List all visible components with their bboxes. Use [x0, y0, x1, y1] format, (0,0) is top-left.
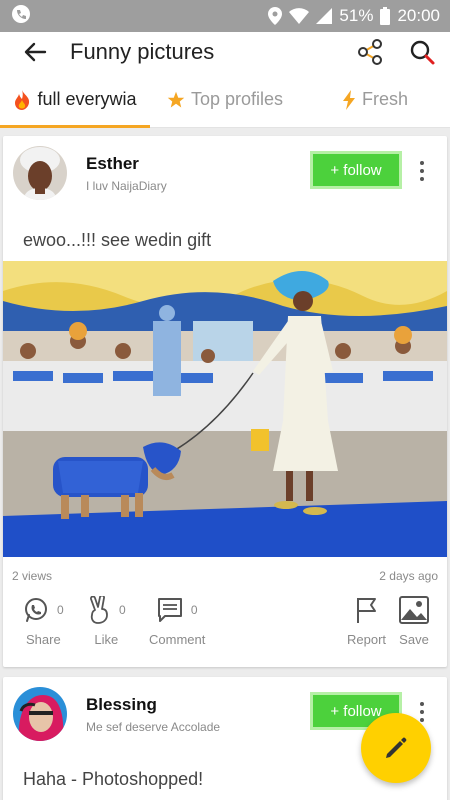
post-image[interactable]: [3, 261, 447, 557]
comment-action[interactable]: 0 Comment: [149, 594, 205, 647]
wifi-icon: [289, 8, 310, 24]
image-save-icon: [399, 596, 429, 624]
comment-count: 0: [190, 603, 198, 617]
avatar[interactable]: [13, 687, 67, 741]
author-name[interactable]: Esther: [86, 154, 139, 174]
save-label: Save: [399, 632, 429, 647]
share-count: 0: [57, 603, 64, 617]
tab-full-everywia[interactable]: full everywia: [0, 72, 150, 128]
search-icon: [410, 40, 435, 65]
share-action[interactable]: 0 Share: [23, 594, 64, 647]
pencil-icon: [386, 737, 407, 758]
tab-label: Top profiles: [190, 89, 284, 109]
post-caption: Haha - Photoshopped!: [23, 769, 204, 789]
author-name[interactable]: Blessing: [86, 695, 157, 715]
more-options-button[interactable]: [410, 156, 434, 186]
avatar[interactable]: [13, 146, 67, 200]
lightning-icon: [342, 89, 355, 110]
save-action[interactable]: Save: [399, 594, 429, 647]
more-dot-icon: [420, 169, 424, 173]
location-icon: [268, 7, 283, 25]
tab-label: full everywia: [37, 89, 137, 109]
share-icon: [358, 39, 382, 65]
app-bar: Funny pictures: [0, 32, 450, 72]
follow-button[interactable]: + follow: [310, 151, 402, 189]
more-dot-icon: [420, 718, 424, 722]
share-button[interactable]: [354, 36, 386, 68]
battery-icon: [380, 7, 391, 25]
app-notification-icon: [10, 3, 32, 30]
comment-label: Comment: [149, 632, 206, 647]
author-tagline: I luv NaijaDiary: [86, 179, 167, 193]
more-dot-icon: [420, 710, 424, 714]
signal-icon: [316, 8, 333, 24]
battery-percent: 51%: [339, 6, 374, 25]
search-button[interactable]: [406, 36, 438, 68]
more-dot-icon: [420, 177, 424, 181]
compose-button[interactable]: [361, 713, 431, 783]
like-action[interactable]: 0 Like: [87, 594, 126, 647]
author-tagline: Me sef deserve Accolade: [86, 720, 221, 734]
tab-label: Fresh: [361, 89, 408, 109]
clock: 20:00: [397, 6, 440, 25]
like-label: Like: [94, 632, 119, 647]
post-meta: 2 views 2 days ago: [12, 569, 438, 583]
post-caption: ewoo...!!! see wedin gift: [23, 230, 212, 250]
view-count: 2 views: [12, 569, 53, 583]
report-action[interactable]: Report: [347, 594, 386, 647]
share-label: Share: [25, 632, 61, 647]
whatsapp-icon: [25, 598, 47, 622]
more-dot-icon: [420, 702, 424, 706]
back-button[interactable]: [20, 37, 50, 67]
page-title: Funny pictures: [70, 39, 215, 64]
peace-hand-icon: [90, 596, 108, 624]
status-bar: 51% 20:00: [0, 0, 450, 32]
feed-tabs: full everywia Top profiles Fresh: [0, 72, 450, 128]
more-dot-icon: [420, 161, 424, 165]
comment-icon: [157, 598, 182, 622]
report-label: Report: [347, 632, 387, 647]
arrow-left-icon: [24, 42, 47, 62]
flag-icon: [356, 598, 376, 623]
fire-icon: [15, 89, 30, 110]
post-card: Esther I luv NaijaDiary + follow ewoo...…: [3, 136, 447, 667]
star-icon: [167, 91, 185, 107]
tab-fresh[interactable]: Fresh: [300, 72, 450, 127]
post-time: 2 days ago: [379, 569, 438, 583]
tab-top-profiles[interactable]: Top profiles: [150, 72, 300, 127]
like-count: 0: [119, 603, 126, 617]
